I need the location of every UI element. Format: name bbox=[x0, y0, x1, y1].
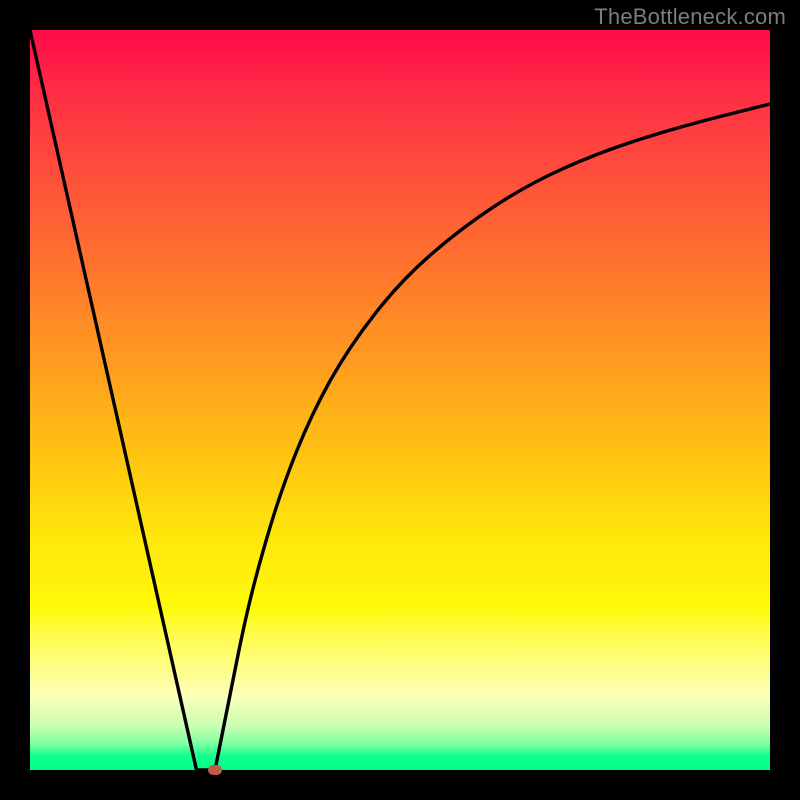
bottleneck-curve bbox=[30, 30, 770, 770]
watermark-text: TheBottleneck.com bbox=[594, 4, 786, 30]
curve-path bbox=[30, 30, 770, 770]
optimal-marker bbox=[208, 765, 222, 775]
gradient-plot-area bbox=[30, 30, 770, 770]
chart-frame: TheBottleneck.com bbox=[0, 0, 800, 800]
